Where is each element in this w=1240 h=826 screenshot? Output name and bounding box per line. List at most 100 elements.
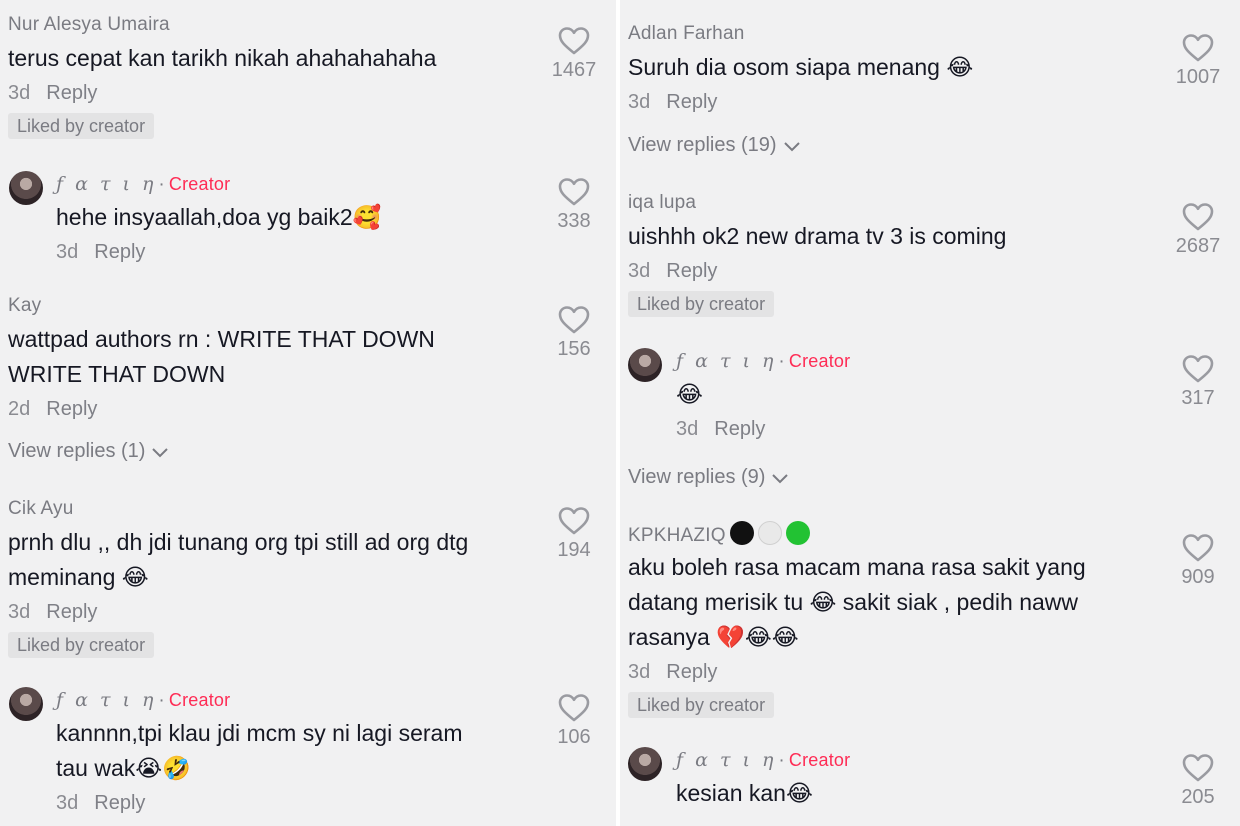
comment-text: prnh dlu ,, dh jdi tunang org tpi still … <box>8 529 469 590</box>
creator-label: Creator <box>788 750 851 770</box>
like-button[interactable]: 338 <box>546 177 602 233</box>
like-count: 909 <box>1181 566 1215 588</box>
liked-by-creator-badge: Liked by creator <box>8 113 155 139</box>
reply-username[interactable]: ƒ α τ ι η · Creator <box>56 687 526 713</box>
heart-outline-icon <box>1182 34 1214 62</box>
reply-button[interactable]: Reply <box>666 661 717 683</box>
heart-outline-icon <box>558 306 590 334</box>
comment-meta: 3d Reply <box>8 597 526 627</box>
reply-text: 😂 <box>676 381 703 407</box>
liked-by-creator-badge: Liked by creator <box>628 692 775 718</box>
like-button[interactable]: 317 <box>1170 354 1226 410</box>
reply-meta: 3d Reply <box>56 237 526 267</box>
avatar[interactable] <box>628 348 662 382</box>
comment-text: terus cepat kan tarikh nikah ahahahahaha <box>8 45 437 71</box>
heart-outline-icon <box>1182 754 1214 782</box>
reply-button[interactable]: Reply <box>46 601 97 623</box>
black-circle-icon <box>729 521 754 545</box>
reply-text: kesian kan😂 <box>676 780 813 806</box>
heart-outline-icon <box>1182 203 1214 231</box>
creator-label: Creator <box>168 174 231 194</box>
white-circle-icon <box>757 521 782 545</box>
like-button[interactable]: 909 <box>1170 533 1226 589</box>
heart-outline-icon <box>558 694 590 722</box>
view-replies-button[interactable]: View replies (19) <box>628 134 801 157</box>
comment-meta: 3d Reply <box>628 256 1150 286</box>
comment-text: uishhh ok2 new drama tv 3 is coming <box>628 223 1007 249</box>
comment-meta: 2d Reply <box>8 394 526 424</box>
comment-username[interactable]: Cik Ayu <box>8 496 526 522</box>
view-replies-button[interactable]: View replies (1) <box>8 440 169 463</box>
comment-meta: 3d Reply <box>628 87 1150 117</box>
comments-column-left: Nur Alesya Umaira terus cepat kan tarikh… <box>0 0 616 826</box>
reply-age: 3d <box>56 241 79 263</box>
comment-age: 3d <box>8 82 31 104</box>
reply-button[interactable]: Reply <box>666 91 717 113</box>
comment-username[interactable]: Kay <box>8 293 526 319</box>
reply-text: kannnn,tpi klau jdi mcm sy ni lagi seram… <box>56 720 463 781</box>
comment-username[interactable]: Adlan Farhan <box>628 21 1150 47</box>
reply-text: hehe insyaallah,doa yg baik2🥰 <box>56 204 382 230</box>
heart-outline-icon <box>1182 355 1214 383</box>
reply-button[interactable]: Reply <box>94 241 145 263</box>
reply-username[interactable]: ƒ α τ ι η · Creator <box>56 171 526 197</box>
like-count: 2687 <box>1175 235 1221 257</box>
reply-button[interactable]: Reply <box>666 260 717 282</box>
like-count: 317 <box>1181 387 1215 409</box>
comment-text: wattpad authors rn : WRITE THAT DOWN WRIT… <box>8 326 435 387</box>
comment-text: aku boleh rasa macam mana rasa sakit yan… <box>628 554 1086 650</box>
comment-age: 3d <box>628 661 651 683</box>
reply-button[interactable]: Reply <box>714 418 765 440</box>
comment-text: Suruh dia osom siapa menang 😂 <box>628 54 974 80</box>
comment-age: 2d <box>8 398 31 420</box>
liked-by-creator-badge: Liked by creator <box>628 291 775 317</box>
creator-label: Creator <box>788 351 851 371</box>
heart-outline-icon <box>558 27 590 55</box>
comment-meta: 3d Reply <box>628 657 1150 687</box>
reply-button[interactable]: Reply <box>46 398 97 420</box>
like-count: 338 <box>557 210 591 232</box>
avatar[interactable] <box>9 687 43 721</box>
like-button[interactable]: 1467 <box>546 26 602 82</box>
like-count: 1007 <box>1175 66 1221 88</box>
heart-outline-icon <box>558 507 590 535</box>
comment-username[interactable]: KPKHAZIQ <box>628 521 1150 547</box>
chevron-down-icon <box>152 448 169 458</box>
like-button[interactable]: 2687 <box>1170 202 1226 258</box>
chevron-down-icon <box>772 474 789 484</box>
heart-outline-icon <box>1182 534 1214 562</box>
comment-username[interactable]: iqa lupa <box>628 190 1150 216</box>
comment-age: 3d <box>8 601 31 623</box>
like-button[interactable]: 205 <box>1170 753 1226 809</box>
reply-age: 3d <box>676 418 699 440</box>
reply-meta: 3d Reply <box>56 788 526 818</box>
reply-username[interactable]: ƒ α τ ι η · Creator <box>676 747 1150 773</box>
chevron-down-icon <box>783 142 800 152</box>
comments-column-right: Adlan Farhan Suruh dia osom siapa menang… <box>620 0 1240 826</box>
like-count: 106 <box>557 726 591 748</box>
reply-username[interactable]: ƒ α τ ι η · Creator <box>676 348 1150 374</box>
comment-age: 3d <box>628 91 651 113</box>
reply-button[interactable]: Reply <box>94 792 145 814</box>
creator-label: Creator <box>168 690 231 710</box>
like-count: 156 <box>557 338 591 360</box>
avatar[interactable] <box>628 747 662 781</box>
like-count: 194 <box>557 539 591 561</box>
heart-outline-icon <box>558 178 590 206</box>
like-button[interactable]: 106 <box>546 693 602 749</box>
like-count: 205 <box>1181 786 1215 808</box>
comment-age: 3d <box>628 260 651 282</box>
like-button[interactable]: 1007 <box>1170 33 1226 89</box>
like-count: 1467 <box>551 59 597 81</box>
reply-meta: 3d Reply <box>676 414 1150 444</box>
reply-age: 3d <box>56 792 79 814</box>
green-circle-icon <box>785 521 810 545</box>
like-button[interactable]: 194 <box>546 506 602 562</box>
comment-username[interactable]: Nur Alesya Umaira <box>8 12 526 38</box>
view-replies-button[interactable]: View replies (9) <box>628 466 789 489</box>
comment-meta: 3d Reply <box>8 78 526 108</box>
liked-by-creator-badge: Liked by creator <box>8 632 155 658</box>
like-button[interactable]: 156 <box>546 305 602 361</box>
reply-button[interactable]: Reply <box>46 82 97 104</box>
avatar[interactable] <box>9 171 43 205</box>
